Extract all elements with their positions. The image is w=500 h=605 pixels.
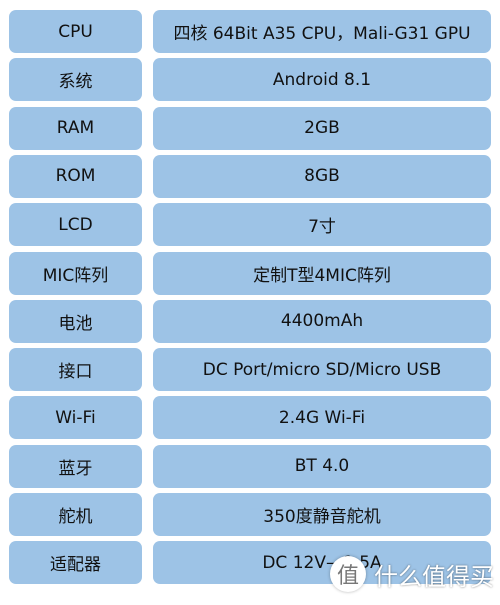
spec-row: 蓝牙 BT 4.0	[9, 444, 491, 488]
spec-value: 2GB	[153, 106, 491, 150]
watermark-text: 什么值得买	[374, 562, 494, 591]
spec-value: Android 8.1	[153, 58, 491, 102]
spec-value: 350度静音舵机	[153, 493, 491, 536]
spec-row: RAM 2GB	[9, 106, 491, 150]
spec-key: 舵机	[9, 493, 142, 536]
spec-row: MIC阵列 定制T型4MIC阵列	[9, 251, 491, 295]
spec-value: 4400mAh	[153, 299, 491, 343]
spec-key: RAM	[9, 106, 142, 150]
spec-row: Wi-Fi 2.4G Wi-Fi	[9, 396, 491, 440]
spec-key: 适配器	[9, 541, 142, 585]
spec-key: 电池	[9, 299, 142, 343]
spec-value: 7寸	[153, 203, 491, 247]
spec-key: CPU	[9, 10, 142, 53]
spec-row: 系统 Android 8.1	[9, 58, 491, 102]
spec-value: 2.4G Wi-Fi	[153, 396, 491, 440]
spec-key: 接口	[9, 348, 142, 392]
spec-row: 舵机 350度静音舵机	[9, 493, 491, 536]
spec-value: 8GB	[153, 154, 491, 198]
spec-key: 系统	[9, 58, 142, 102]
spec-key: Wi-Fi	[9, 396, 142, 440]
spec-value: 四核 64Bit A35 CPU，Mali-G31 GPU	[153, 10, 491, 53]
spec-row: 接口 DC Port/micro SD/Micro USB	[9, 348, 491, 392]
spec-key: 蓝牙	[9, 444, 142, 488]
spec-row: ROM 8GB	[9, 154, 491, 198]
spec-row: 电池 4400mAh	[9, 299, 491, 343]
spec-key: MIC阵列	[9, 251, 142, 295]
spec-key: LCD	[9, 203, 142, 247]
watermark-logo-icon: 值	[330, 556, 366, 592]
watermark: 值 什么值得买	[330, 556, 494, 592]
spec-value: DC Port/micro SD/Micro USB	[153, 348, 491, 392]
spec-key: ROM	[9, 154, 142, 198]
spec-value: BT 4.0	[153, 444, 491, 488]
spec-row: CPU 四核 64Bit A35 CPU，Mali-G31 GPU	[9, 10, 491, 53]
spec-value: 定制T型4MIC阵列	[153, 251, 491, 295]
spec-row: LCD 7寸	[9, 203, 491, 247]
